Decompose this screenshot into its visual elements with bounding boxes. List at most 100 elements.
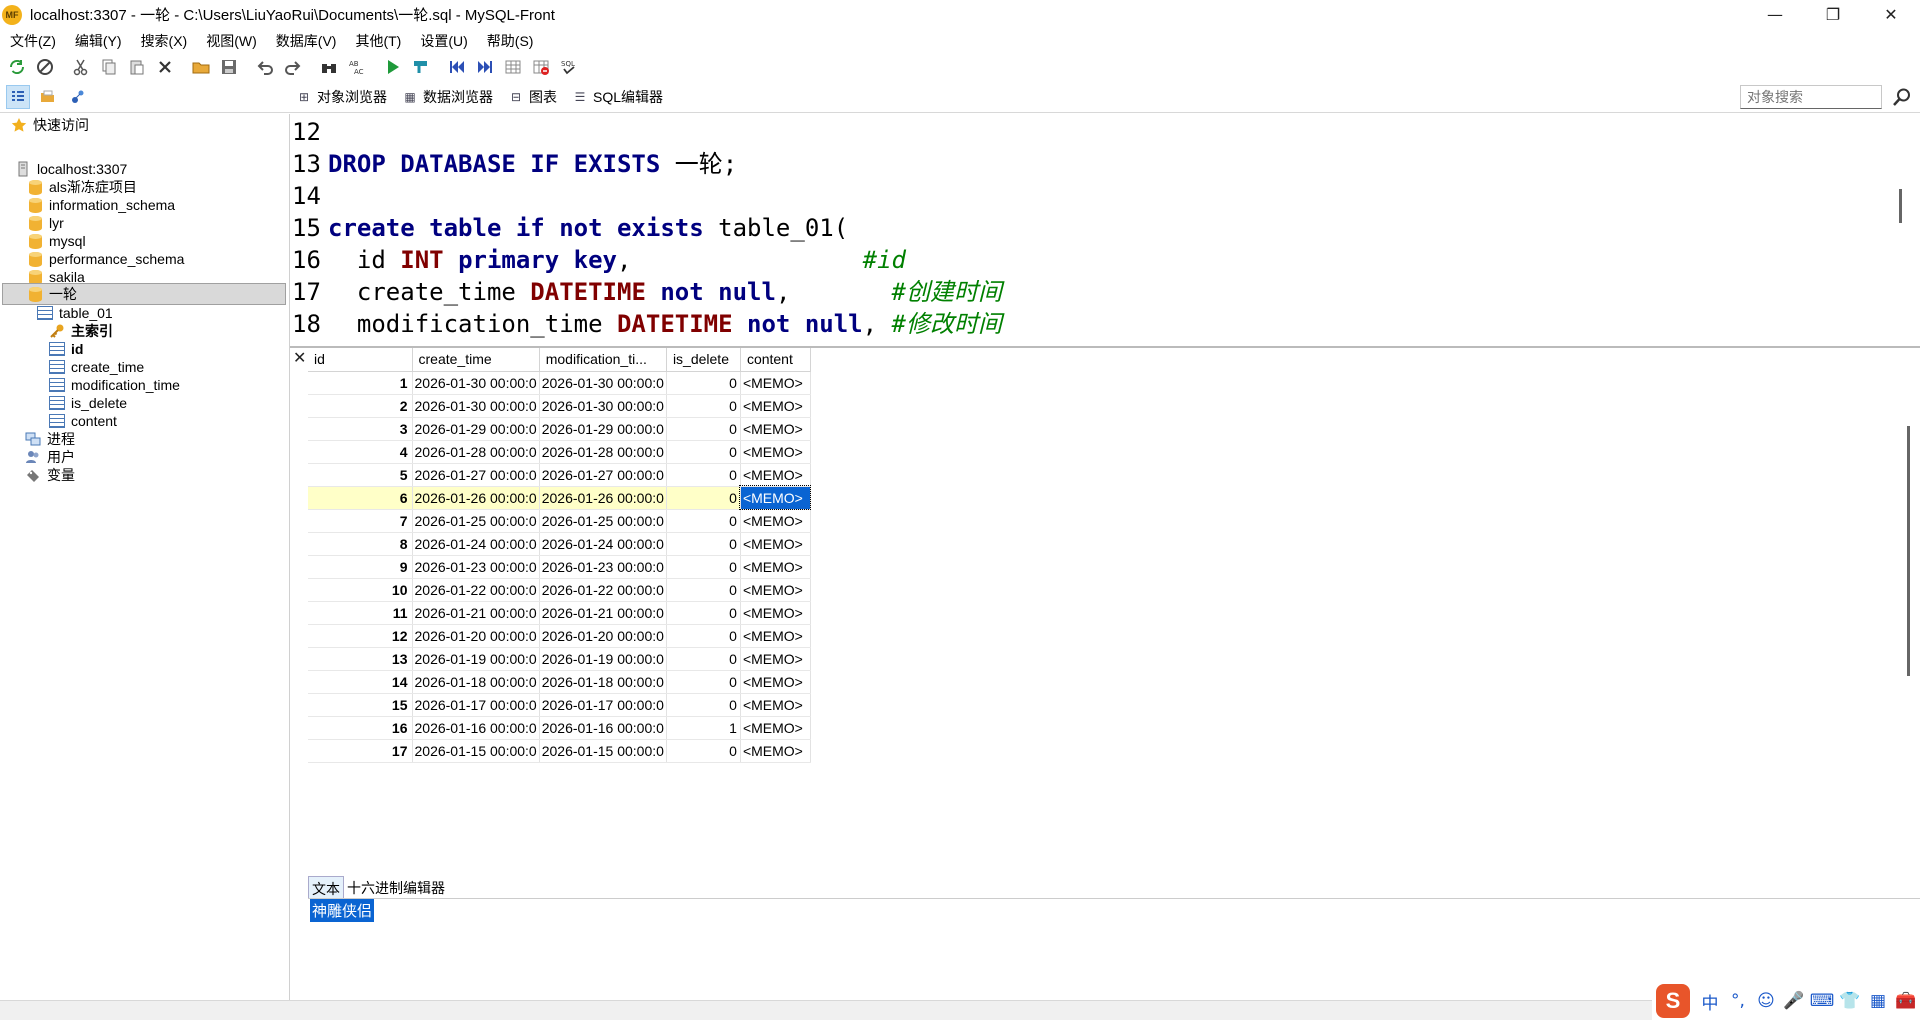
grid-delete-icon[interactable] <box>530 56 552 78</box>
table-row[interactable]: 9 2026-01-23 00:00:0 2026-01-23 00:00:0 0 <M… <box>308 555 811 579</box>
table-cell[interactable]: 2026-01-25 00:00:0 <box>412 509 540 533</box>
column-header[interactable]: content <box>740 348 811 372</box>
table-cell[interactable]: 0 <box>666 532 741 556</box>
menu-settings[interactable]: 设置(U) <box>420 31 467 51</box>
ime-keyboard-icon[interactable]: ⌨ <box>1808 989 1836 1013</box>
table-cell[interactable]: 2026-01-27 00:00:0 <box>412 463 540 487</box>
table-cell[interactable]: 2026-01-15 00:00:0 <box>539 739 667 763</box>
redo-icon[interactable] <box>282 56 304 78</box>
table-cell[interactable]: <MEMO> <box>740 532 811 556</box>
table-cell[interactable]: 2026-01-26 00:00:0 <box>412 486 540 510</box>
table-cell[interactable]: <MEMO> <box>740 463 811 487</box>
table-cell[interactable]: 2026-01-30 00:00:0 <box>539 371 667 395</box>
code-line[interactable]: 15 create table if not exists table_01( <box>290 212 848 244</box>
refresh-icon[interactable] <box>6 56 28 78</box>
grid-icon[interactable] <box>502 56 524 78</box>
table-row[interactable]: 14 2026-01-18 00:00:0 2026-01-18 00:00:0 0 <… <box>308 670 811 694</box>
code-line[interactable]: 16 id INT primary key, #id <box>290 244 906 276</box>
menu-help[interactable]: 帮助(S) <box>487 31 534 51</box>
code-line[interactable]: 17 create_time DATETIME not null, #创建时间 <box>290 276 1002 308</box>
table-row[interactable]: 12 2026-01-20 00:00:0 2026-01-20 00:00:0 0 <… <box>308 624 811 648</box>
table-row[interactable]: 16 2026-01-16 00:00:0 2026-01-16 00:00:0 1 <… <box>308 716 811 740</box>
tab-data-browser[interactable]: ▦ 数据浏览器 <box>401 87 493 107</box>
run-selection-icon[interactable] <box>410 56 432 78</box>
code-line[interactable]: 13 DROP DATABASE IF EXISTS 一轮; <box>290 148 737 180</box>
table-cell[interactable]: <MEMO> <box>740 647 811 671</box>
find-icon[interactable] <box>318 56 340 78</box>
editor-scrollbar[interactable] <box>1892 114 1906 346</box>
ime-toolbox-icon[interactable]: 🧰 <box>1892 989 1920 1013</box>
cut-icon[interactable] <box>70 56 92 78</box>
table-cell[interactable]: 0 <box>666 578 741 602</box>
ime-apps-icon[interactable]: ▦ <box>1864 989 1892 1013</box>
ime-emoji-icon[interactable]: ☺ <box>1752 989 1780 1013</box>
table-cell[interactable]: 2026-01-19 00:00:0 <box>539 647 667 671</box>
grid-scroll-thumb[interactable] <box>1907 426 1910 676</box>
table-cell[interactable]: <MEMO> <box>740 716 811 740</box>
table-row[interactable]: 3 2026-01-29 00:00:0 2026-01-29 00:00:0 0 <M… <box>308 417 811 441</box>
ime-skin-icon[interactable]: 👕 <box>1836 989 1864 1013</box>
table-cell[interactable]: 0 <box>666 509 741 533</box>
table-cell[interactable]: 17 <box>308 739 413 763</box>
table-cell[interactable]: 12 <box>308 624 413 648</box>
table-cell[interactable]: 2026-01-16 00:00:0 <box>539 716 667 740</box>
table-row[interactable]: 2 2026-01-30 00:00:0 2026-01-30 00:00:0 0 <M… <box>308 394 811 418</box>
menu-other[interactable]: 其他(T) <box>355 31 401 51</box>
run-icon[interactable] <box>382 56 404 78</box>
table-cell[interactable]: <MEMO> <box>740 578 811 602</box>
table-cell[interactable]: 2026-01-27 00:00:0 <box>539 463 667 487</box>
ime-microphone-icon[interactable]: 🎤 <box>1780 989 1808 1013</box>
table-cell[interactable]: 2026-01-29 00:00:0 <box>539 417 667 441</box>
table-cell[interactable]: 2026-01-20 00:00:0 <box>412 624 540 648</box>
table-cell[interactable]: 1 <box>308 371 413 395</box>
menu-view[interactable]: 视图(W) <box>206 31 257 51</box>
table-cell[interactable]: 0 <box>666 417 741 441</box>
table-cell[interactable]: 11 <box>308 601 413 625</box>
table-cell[interactable]: 2026-01-23 00:00:0 <box>412 555 540 579</box>
replace-icon[interactable]: AB AC <box>346 56 368 78</box>
tab-hex-editor[interactable]: 十六进制编辑器 <box>344 876 448 898</box>
table-cell[interactable]: 13 <box>308 647 413 671</box>
menu-edit[interactable]: 编辑(Y) <box>75 31 122 51</box>
copy-icon[interactable] <box>98 56 120 78</box>
delete-icon[interactable] <box>154 56 176 78</box>
column-header[interactable]: create_time <box>412 348 540 372</box>
table-cell[interactable]: 0 <box>666 601 741 625</box>
table-cell[interactable]: 2026-01-17 00:00:0 <box>539 693 667 717</box>
table-cell[interactable]: <MEMO> <box>740 693 811 717</box>
table-cell[interactable]: 2026-01-22 00:00:0 <box>412 578 540 602</box>
minimize-button[interactable]: — <box>1746 0 1804 29</box>
table-cell[interactable]: 2026-01-28 00:00:0 <box>412 440 540 464</box>
sql-check-icon[interactable]: SQL <box>558 56 580 78</box>
table-cell[interactable]: 0 <box>666 670 741 694</box>
code-line[interactable]: 18 modification_time DATETIME not null, … <box>290 308 1002 340</box>
table-cell[interactable]: <MEMO> <box>740 739 811 763</box>
table-row[interactable]: 1 2026-01-30 00:00:0 2026-01-30 00:00:0 0 <M… <box>308 371 811 395</box>
sql-editor[interactable]: 12 13 DROP DATABASE IF EXISTS 一轮; 14 15 creat… <box>290 114 1906 346</box>
table-cell[interactable]: 0 <box>666 647 741 671</box>
table-cell[interactable]: 14 <box>308 670 413 694</box>
tab-text[interactable]: 文本 <box>308 876 344 898</box>
table-row[interactable]: 5 2026-01-27 00:00:0 2026-01-27 00:00:0 0 <M… <box>308 463 811 487</box>
table-cell[interactable]: 2026-01-23 00:00:0 <box>539 555 667 579</box>
table-cell[interactable]: 0 <box>666 624 741 648</box>
column-header[interactable]: modification_ti... <box>539 348 667 372</box>
table-cell[interactable]: 0 <box>666 693 741 717</box>
table-cell[interactable]: <MEMO> <box>740 417 811 441</box>
table-cell[interactable]: 2026-01-30 00:00:0 <box>412 371 540 395</box>
paste-icon[interactable] <box>126 56 148 78</box>
tab-sql-editor[interactable]: ☰ SQL编辑器 <box>571 87 663 107</box>
table-row[interactable]: 7 2026-01-25 00:00:0 2026-01-25 00:00:0 0 <M… <box>308 509 811 533</box>
table-cell[interactable]: 2026-01-16 00:00:0 <box>412 716 540 740</box>
table-cell[interactable]: 3 <box>308 417 413 441</box>
first-record-icon[interactable] <box>446 56 468 78</box>
undo-icon[interactable] <box>254 56 276 78</box>
table-cell[interactable]: <MEMO> <box>740 394 811 418</box>
table-cell[interactable]: 2026-01-25 00:00:0 <box>539 509 667 533</box>
column-header[interactable]: is_delete <box>666 348 741 372</box>
table-row[interactable]: 8 2026-01-24 00:00:0 2026-01-24 00:00:0 0 <M… <box>308 532 811 556</box>
table-cell[interactable]: 4 <box>308 440 413 464</box>
table-cell[interactable]: 2026-01-21 00:00:0 <box>539 601 667 625</box>
close-grid-icon[interactable]: ✕ <box>293 348 306 367</box>
table-cell[interactable]: 16 <box>308 716 413 740</box>
